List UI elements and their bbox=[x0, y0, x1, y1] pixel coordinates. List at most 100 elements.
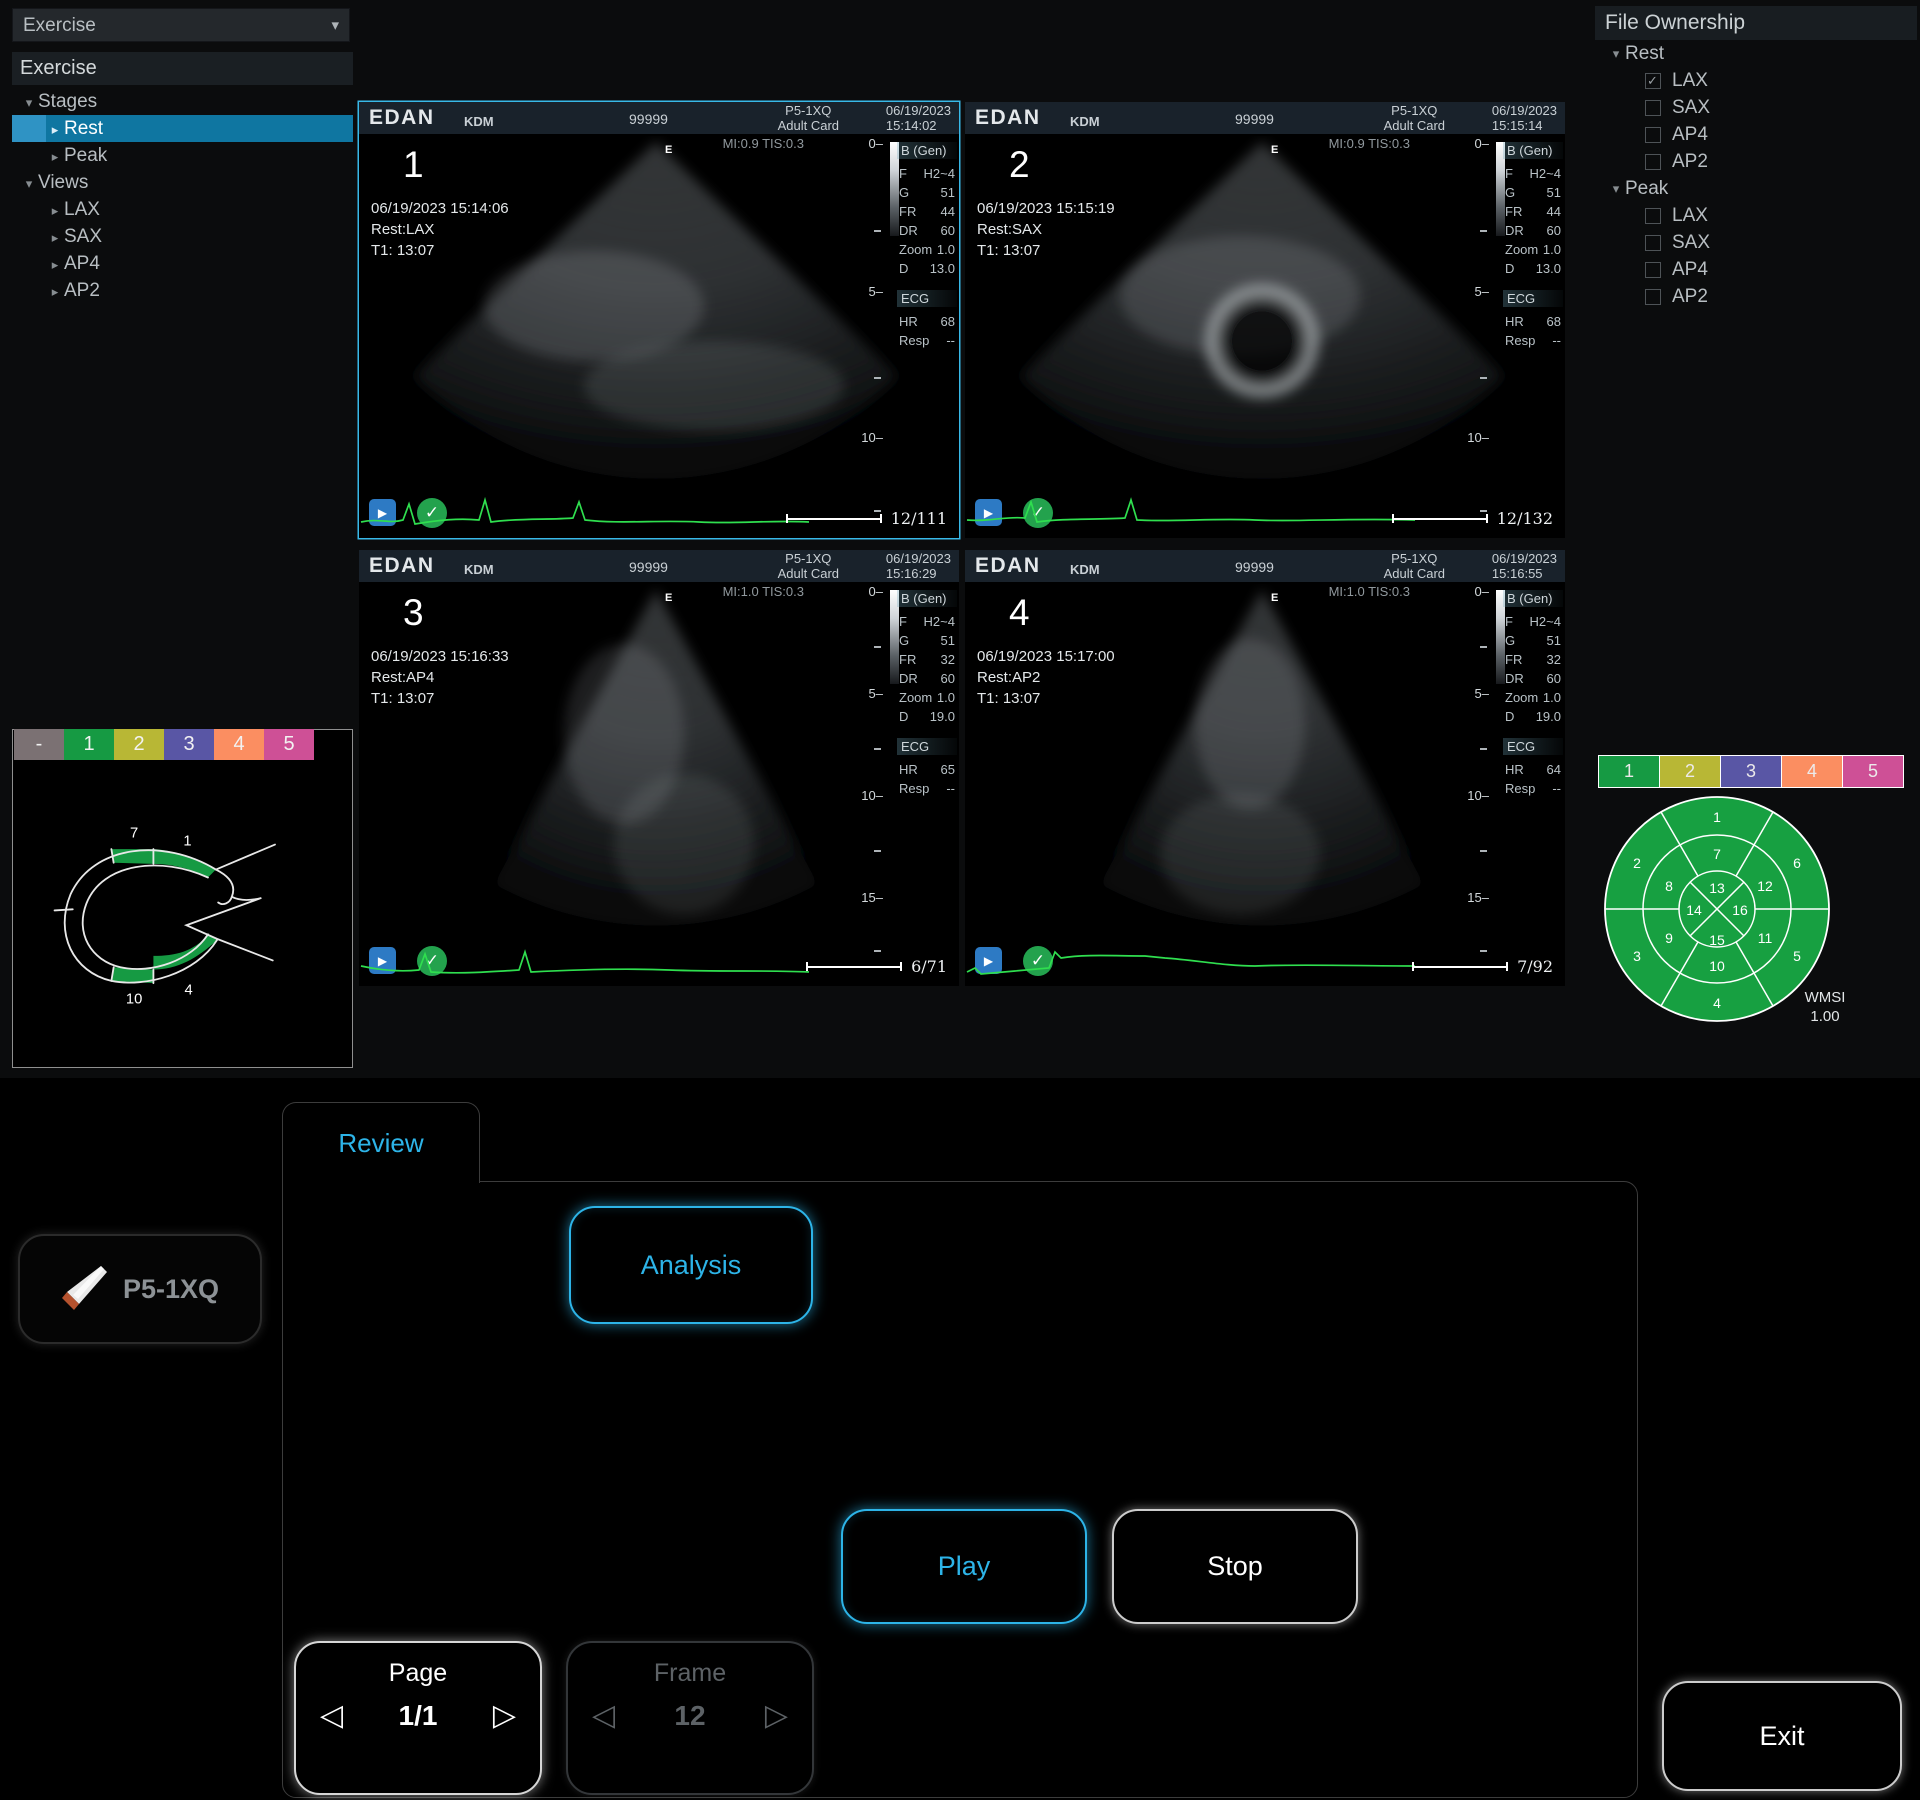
tree-item-stages[interactable]: ▾Stages bbox=[12, 88, 353, 115]
svg-text:12: 12 bbox=[1757, 878, 1773, 894]
ecg-trace bbox=[965, 484, 1425, 534]
svg-text:9: 9 bbox=[1665, 930, 1673, 946]
ultrasound-panel-3[interactable]: EDAN KDM 99999 P5-1XQAdult Card 06/19/20… bbox=[359, 550, 959, 986]
ultrasound-panel-2[interactable]: EDAN KDM 99999 P5-1XQAdult Card 06/19/20… bbox=[965, 102, 1565, 538]
depth-ruler: 0 5 10 15 bbox=[1471, 550, 1491, 986]
score-cell[interactable]: 4 bbox=[1782, 756, 1843, 787]
svg-text:6: 6 bbox=[1793, 855, 1801, 871]
chevron-right-icon: ▸ bbox=[46, 224, 64, 251]
mi-tis-readout: MI:0.9 TIS:0.3 bbox=[723, 136, 804, 151]
frame-next-icon[interactable]: ▷ bbox=[765, 1698, 788, 1733]
edan-logo: EDAN bbox=[975, 106, 1041, 130]
clip-info: 06/19/2023 15:17:00Rest:AP2T1: 13:07 bbox=[977, 646, 1115, 709]
patient-id: 99999 bbox=[629, 559, 668, 575]
svg-text:15: 15 bbox=[1709, 932, 1725, 948]
score-cell[interactable]: 5 bbox=[264, 729, 314, 760]
clip-info: 06/19/2023 15:16:33Rest:AP4T1: 13:07 bbox=[371, 646, 509, 709]
chevron-down-icon: ▾ bbox=[20, 89, 38, 116]
checkbox[interactable] bbox=[1645, 208, 1661, 224]
score-cell[interactable]: 1 bbox=[1599, 756, 1660, 787]
patient-id: 99999 bbox=[629, 111, 668, 127]
ultrasound-fan-image bbox=[384, 584, 929, 979]
fo-peak-lax[interactable]: LAX bbox=[1595, 202, 1917, 229]
tree-item-ap2[interactable]: ▸AP2 bbox=[12, 277, 353, 304]
checkbox[interactable] bbox=[1645, 289, 1661, 305]
stop-button[interactable]: Stop bbox=[1112, 1509, 1358, 1624]
tree-item-lax[interactable]: ▸LAX bbox=[12, 196, 353, 223]
stage-type-dropdown[interactable]: Exercise ▾ bbox=[12, 8, 350, 42]
page-next-icon[interactable]: ▷ bbox=[493, 1698, 516, 1733]
frame-counter: 6/71 bbox=[806, 957, 947, 976]
edan-logo: EDAN bbox=[975, 554, 1041, 578]
page-label: Page bbox=[296, 1659, 540, 1688]
clip-number: 4 bbox=[1009, 592, 1030, 634]
tree-item-sax[interactable]: ▸SAX bbox=[12, 223, 353, 250]
tree-item-rest[interactable]: ▸Rest bbox=[12, 115, 353, 142]
mi-tis-readout: MI:1.0 TIS:0.3 bbox=[723, 584, 804, 599]
fo-rest-ap4[interactable]: AP4 bbox=[1595, 121, 1917, 148]
fo-group-rest[interactable]: ▾Rest bbox=[1595, 40, 1917, 67]
chevron-down-icon: ▾ bbox=[1607, 40, 1625, 67]
score-cell[interactable]: 3 bbox=[1721, 756, 1782, 787]
frame-prev-icon[interactable]: ◁ bbox=[592, 1698, 615, 1733]
clip-number: 2 bbox=[1009, 144, 1030, 186]
page-prev-icon[interactable]: ◁ bbox=[320, 1698, 343, 1733]
segment-label: 4 bbox=[185, 983, 193, 999]
score-cell[interactable]: 1 bbox=[64, 729, 114, 760]
mi-tis-readout: MI:0.9 TIS:0.3 bbox=[1329, 136, 1410, 151]
tab-review[interactable]: Review bbox=[282, 1102, 480, 1183]
fo-peak-ap4[interactable]: AP4 bbox=[1595, 256, 1917, 283]
checkbox[interactable] bbox=[1645, 235, 1661, 251]
orientation-marker: E bbox=[665, 144, 672, 156]
ecg-trace bbox=[965, 932, 1425, 982]
fo-peak-sax[interactable]: SAX bbox=[1595, 229, 1917, 256]
orientation-marker: E bbox=[1271, 144, 1278, 156]
svg-text:3: 3 bbox=[1633, 948, 1641, 964]
fo-peak-ap2[interactable]: AP2 bbox=[1595, 283, 1917, 310]
clip-info: 06/19/2023 15:14:06Rest:LAXT1: 13:07 bbox=[371, 198, 509, 261]
analysis-button[interactable]: Analysis bbox=[569, 1206, 813, 1324]
score-cell[interactable]: 5 bbox=[1843, 756, 1903, 787]
score-cell[interactable]: 2 bbox=[1660, 756, 1721, 787]
checkbox[interactable] bbox=[1645, 100, 1661, 116]
score-cell[interactable]: 4 bbox=[214, 729, 264, 760]
fo-rest-sax[interactable]: SAX bbox=[1595, 94, 1917, 121]
svg-text:10: 10 bbox=[1709, 958, 1725, 974]
tree-item-ap4[interactable]: ▸AP4 bbox=[12, 250, 353, 277]
bmode-parameters: B (Gen) FH2~4 G51 FR32 DR60 Zoom1.0 D19.… bbox=[1503, 590, 1563, 798]
ultrasound-fan-image bbox=[384, 136, 929, 531]
probe-exam-type: P5-1XQAdult Card bbox=[1384, 551, 1445, 581]
checkbox[interactable] bbox=[1645, 73, 1661, 89]
segment-label: 1 bbox=[183, 834, 191, 850]
checkbox[interactable] bbox=[1645, 262, 1661, 278]
score-cell[interactable]: 3 bbox=[164, 729, 214, 760]
tree-root-label: Exercise bbox=[12, 52, 353, 85]
chevron-down-icon: ▾ bbox=[20, 170, 38, 197]
scale-marker-icon bbox=[786, 514, 882, 523]
tree-item-views[interactable]: ▾Views bbox=[12, 169, 353, 196]
probe-exam-type: P5-1XQAdult Card bbox=[1384, 103, 1445, 133]
page-stepper: Page ◁ 1/1 ▷ bbox=[294, 1641, 542, 1795]
fo-rest-lax[interactable]: LAX bbox=[1595, 67, 1917, 94]
patient-id: 99999 bbox=[1235, 111, 1274, 127]
ultrasound-panel-4[interactable]: EDAN KDM 99999 P5-1XQAdult Card 06/19/20… bbox=[965, 550, 1565, 986]
probe-select-button[interactable]: P5-1XQ bbox=[18, 1234, 262, 1344]
svg-text:11: 11 bbox=[1758, 930, 1773, 946]
exit-button[interactable]: Exit bbox=[1662, 1681, 1902, 1791]
svg-text:1: 1 bbox=[1713, 809, 1721, 825]
checkbox[interactable] bbox=[1645, 127, 1661, 143]
patient-id: 99999 bbox=[1235, 559, 1274, 575]
score-cell[interactable]: - bbox=[14, 729, 64, 760]
svg-text:2: 2 bbox=[1633, 855, 1641, 871]
svg-text:13: 13 bbox=[1709, 880, 1725, 896]
ecg-trace bbox=[359, 484, 819, 534]
fo-group-peak[interactable]: ▾Peak bbox=[1595, 175, 1917, 202]
play-button[interactable]: Play bbox=[841, 1509, 1087, 1624]
checkbox[interactable] bbox=[1645, 154, 1661, 170]
panel-datetime: 06/19/202315:16:55 bbox=[1492, 551, 1557, 581]
fo-rest-ap2[interactable]: AP2 bbox=[1595, 148, 1917, 175]
ultrasound-panel-1[interactable]: EDAN KDM 99999 P5-1XQAdult Card 06/19/20… bbox=[359, 102, 959, 538]
lv-segment-diagram: 7 1 10 4 bbox=[30, 790, 320, 1040]
tree-item-peak[interactable]: ▸Peak bbox=[12, 142, 353, 169]
score-cell[interactable]: 2 bbox=[114, 729, 164, 760]
